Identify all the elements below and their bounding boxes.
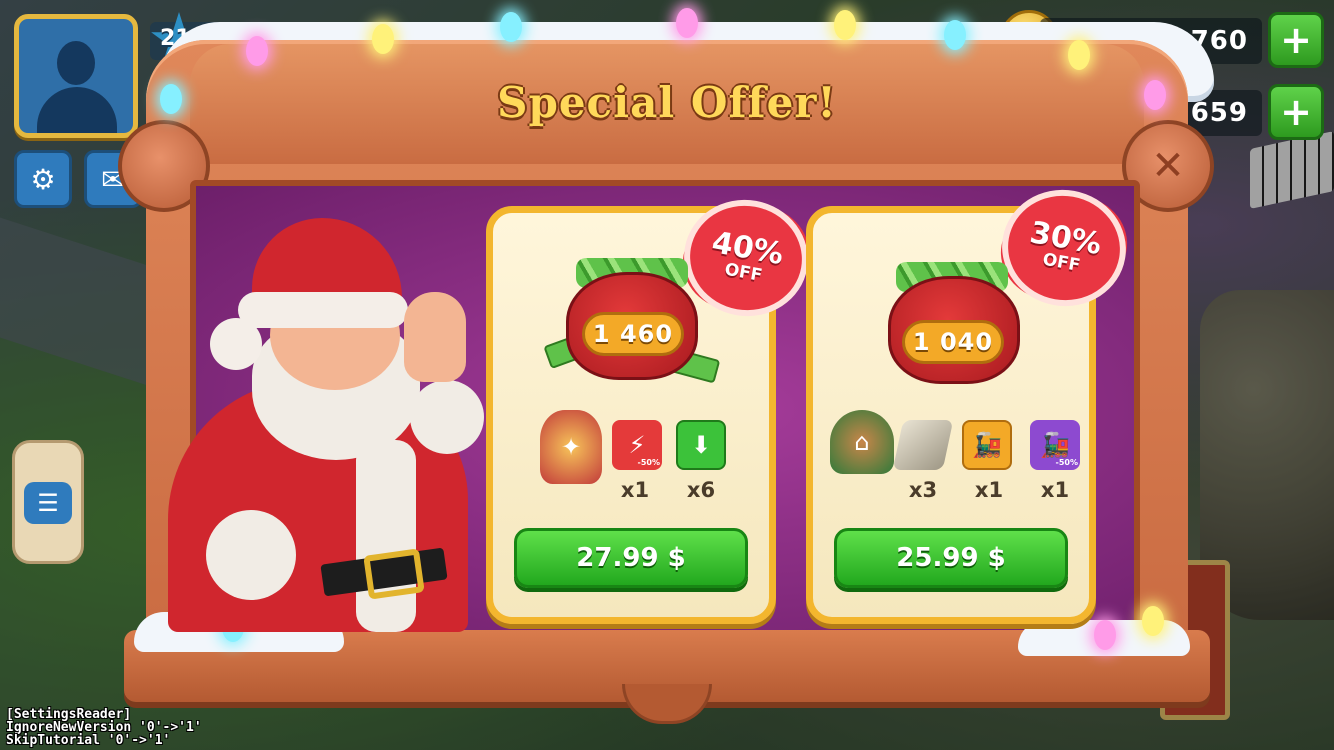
discount-off-label: OFF [723, 259, 764, 286]
dialog-title: Special Offer! [497, 78, 837, 127]
santa-cuff-left [206, 510, 296, 600]
speed-boost-card-icon: ⚡ -50% [612, 420, 662, 470]
buy-button[interactable]: 25.99 $ [834, 528, 1068, 588]
avatar-head [57, 41, 95, 85]
add-coins-button[interactable]: + [1268, 12, 1324, 68]
cash-amount: 1 040 [902, 320, 1004, 364]
plus-icon: + [1280, 90, 1312, 134]
price-label: 27.99 $ [576, 543, 686, 573]
boost-tag: -50% [637, 458, 660, 467]
christmas-light [1144, 80, 1166, 110]
buy-button[interactable]: 27.99 $ [514, 528, 748, 588]
debug-line: SkipTutorial '0'->'1' [6, 733, 171, 748]
add-currency-button[interactable]: + [1268, 84, 1324, 140]
christmas-light [834, 10, 856, 40]
silver-bar-icon [892, 420, 954, 470]
christmas-light [1068, 40, 1090, 70]
debug-log: [SettingsReader] IgnoreNewVersion '0'->'… [6, 708, 202, 747]
christmas-light [160, 84, 182, 114]
christmas-light [1142, 606, 1164, 636]
item-quantity: x1 [1040, 478, 1070, 502]
santa-belt-buckle [363, 548, 425, 600]
avatar-body [37, 87, 117, 133]
item-quantity: x1 [620, 478, 650, 502]
santa-fur-trim [356, 440, 416, 632]
train-ticket-icon: 🚂 [962, 420, 1012, 470]
gear-icon: ⚙ [30, 162, 56, 196]
boost-tag: -50% [1055, 458, 1078, 467]
santa-hat-trim [238, 292, 408, 328]
chat-icon[interactable]: ☰ [24, 482, 72, 524]
settings-button[interactable]: ⚙ [14, 150, 72, 208]
carousel-icon: ✦ [540, 410, 602, 484]
green-ticket-icon: ⬇ [676, 420, 726, 470]
item-quantity: x1 [974, 478, 1004, 502]
close-button[interactable]: ✕ [1144, 142, 1192, 190]
player-avatar[interactable] [14, 14, 138, 138]
gingerbread-house-icon: ⌂ [830, 410, 894, 474]
santa-hat-pompom [210, 318, 262, 370]
item-quantity: x3 [908, 478, 938, 502]
item-quantity: x6 [686, 478, 716, 502]
discount-off-label: OFF [1041, 249, 1082, 276]
christmas-light [500, 12, 522, 42]
christmas-light [1094, 620, 1116, 650]
second-currency-value: 659 [1190, 98, 1248, 128]
santa-hand [404, 292, 466, 382]
christmas-light [944, 20, 966, 50]
close-icon: ✕ [1151, 143, 1185, 189]
cash-amount: 1 460 [582, 312, 684, 356]
christmas-light [372, 24, 394, 54]
train-boost-card-icon: 🚂 -50% [1030, 420, 1080, 470]
plus-icon: + [1280, 18, 1312, 62]
santa-cuff-right [410, 380, 484, 454]
christmas-light [676, 8, 698, 38]
christmas-light [246, 36, 268, 66]
price-label: 25.99 $ [896, 543, 1006, 573]
